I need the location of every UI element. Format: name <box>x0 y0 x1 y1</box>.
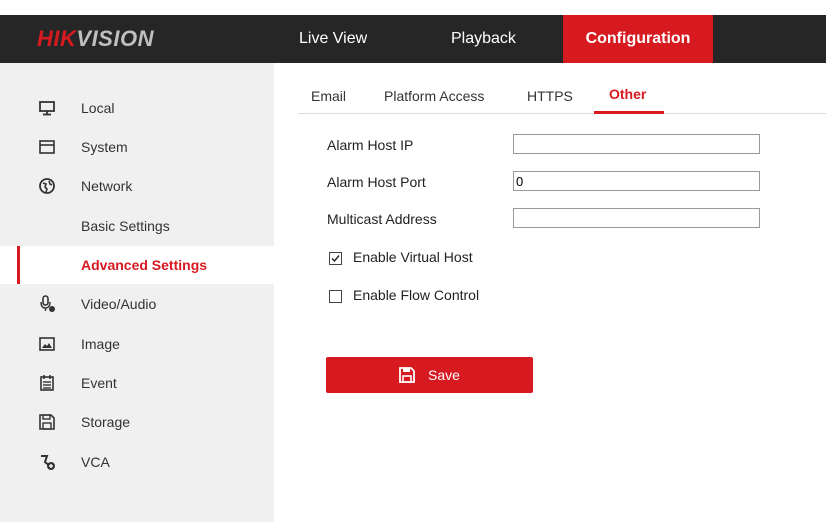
sidebar-item-label: Advanced Settings <box>81 257 208 273</box>
sidebar-item-local[interactable]: Local <box>0 89 274 127</box>
sidebar-item-vca[interactable]: VCA <box>0 443 274 481</box>
alarm-host-port-label: Alarm Host Port <box>327 174 426 190</box>
sidebar-item-event[interactable]: Event <box>0 364 274 402</box>
sidebar-item-label: Storage <box>81 414 131 430</box>
tab-email[interactable]: Email <box>311 88 346 104</box>
system-window-icon <box>38 138 56 156</box>
sidebar-item-label: Local <box>81 100 115 116</box>
enable-flow-control-label: Enable Flow Control <box>353 287 480 303</box>
sidebar-item-image[interactable]: Image <box>0 325 274 363</box>
tab-platform-access[interactable]: Platform Access <box>384 88 484 104</box>
save-button[interactable]: Save <box>326 357 533 393</box>
vca-icon <box>38 453 56 471</box>
sidebar-item-basic-settings[interactable]: Basic Settings <box>0 207 274 245</box>
sidebar-item-label: Event <box>81 375 117 391</box>
logo-hik-text: HIK <box>37 26 77 51</box>
globe-icon <box>38 177 56 195</box>
sidebar-item-label: Image <box>81 336 120 352</box>
multicast-address-field[interactable] <box>513 208 760 228</box>
top-navigation-bar: HIKVISION Live View Playback Configurati… <box>0 15 826 63</box>
logo-vision-text: VISION <box>76 26 154 51</box>
sidebar-item-storage[interactable]: Storage <box>0 403 274 441</box>
nav-playback[interactable]: Playback <box>451 15 516 63</box>
alarm-host-port-field[interactable] <box>513 171 760 191</box>
sidebar: Local System Network Basic Settings Adva… <box>0 63 274 522</box>
sidebar-item-advanced-settings[interactable]: Advanced Settings <box>0 246 274 284</box>
active-tab-underline <box>594 111 664 114</box>
sidebar-item-label: Basic Settings <box>81 218 170 234</box>
alarm-host-ip-label: Alarm Host IP <box>327 137 414 153</box>
tab-divider <box>298 113 826 114</box>
enable-virtual-host-label: Enable Virtual Host <box>353 249 473 265</box>
sidebar-item-label: Network <box>81 178 133 194</box>
monitor-icon <box>38 99 56 117</box>
sidebar-item-label: Video/Audio <box>81 296 157 312</box>
save-icon <box>398 366 416 389</box>
floppy-disk-icon <box>38 413 56 431</box>
sidebar-item-video-audio[interactable]: Video/Audio <box>0 285 274 323</box>
checkmark-icon <box>331 255 340 263</box>
multicast-address-label: Multicast Address <box>327 211 437 227</box>
hikvision-logo: HIKVISION <box>37 26 154 52</box>
enable-virtual-host-checkbox[interactable] <box>329 252 342 265</box>
save-button-label: Save <box>428 367 460 383</box>
active-indicator <box>17 246 20 284</box>
alarm-host-ip-field[interactable] <box>513 134 760 154</box>
sidebar-item-network[interactable]: Network <box>0 167 274 205</box>
microphone-icon <box>38 295 56 313</box>
sidebar-item-label: System <box>81 139 128 155</box>
nav-configuration[interactable]: Configuration <box>563 15 713 63</box>
sidebar-item-system[interactable]: System <box>0 128 274 166</box>
calendar-icon <box>38 374 56 392</box>
tab-https[interactable]: HTTPS <box>527 88 573 104</box>
enable-flow-control-checkbox[interactable] <box>329 290 342 303</box>
image-icon <box>38 335 56 353</box>
sidebar-item-label: VCA <box>81 454 110 470</box>
tab-other[interactable]: Other <box>609 86 646 102</box>
nav-live-view[interactable]: Live View <box>299 15 367 63</box>
